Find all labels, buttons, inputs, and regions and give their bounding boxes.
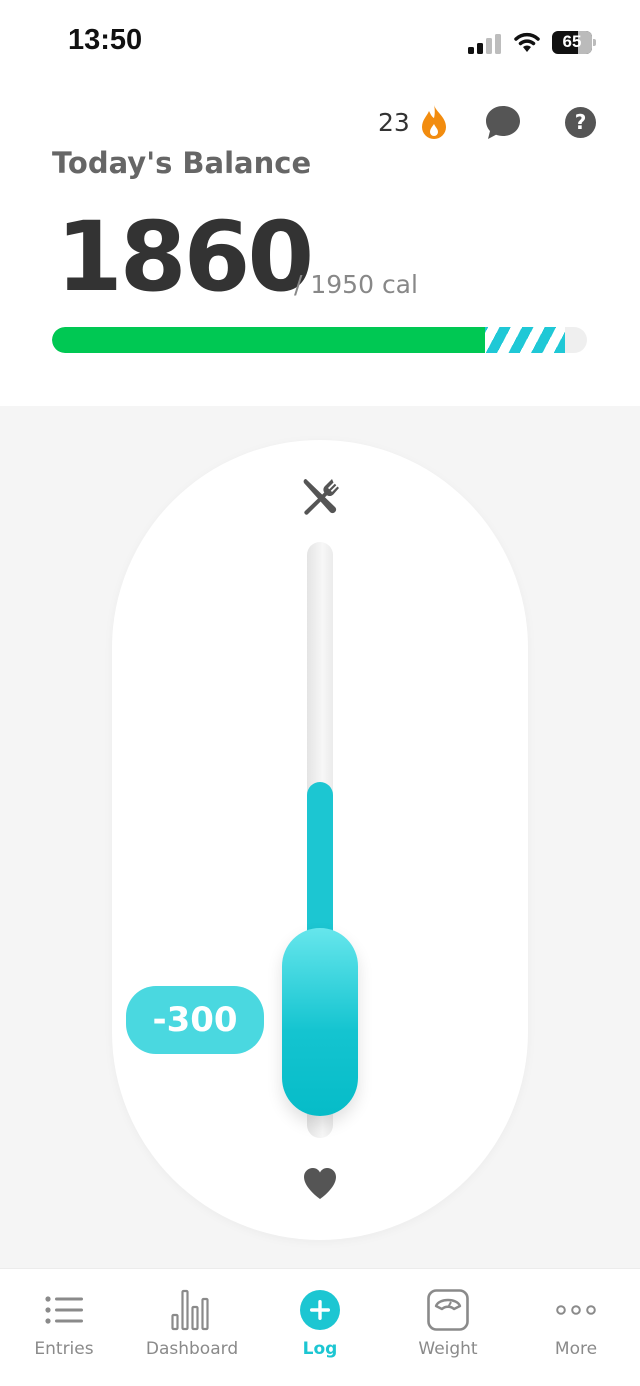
slider-value-bubble: -300	[126, 986, 264, 1054]
bar-chart-icon	[171, 1289, 209, 1331]
battery-icon: 65	[552, 31, 596, 54]
streak-count[interactable]: 23	[378, 108, 410, 137]
signal-icon	[468, 34, 501, 54]
list-icon	[45, 1296, 83, 1324]
chat-icon[interactable]	[484, 104, 522, 142]
balance-value: 1860	[56, 201, 314, 313]
flame-icon[interactable]	[420, 104, 448, 140]
balance-label: Today's Balance	[52, 146, 312, 180]
status-bar: 13:50 65	[0, 0, 640, 84]
battery-tip	[593, 39, 596, 46]
balance-header: 23 ? Today's Balance 1860 / 1950 cal	[0, 84, 640, 406]
progress-pending	[485, 327, 565, 353]
bottom-nav: Entries Dashboard Log Weight More	[0, 1268, 640, 1386]
nav-item-weight[interactable]: Weight	[384, 1269, 512, 1386]
calorie-progress-bar	[52, 327, 587, 353]
nav-label-entries: Entries	[34, 1339, 94, 1359]
nav-item-more[interactable]: More	[512, 1269, 640, 1386]
nav-item-dashboard[interactable]: Dashboard	[128, 1269, 256, 1386]
scale-icon	[427, 1289, 469, 1331]
battery-percent: 65	[562, 32, 582, 51]
balance-goal: / 1950 cal	[294, 270, 418, 299]
nav-label-more: More	[554, 1339, 598, 1359]
wifi-icon	[514, 32, 540, 52]
nav-label-dashboard: Dashboard	[145, 1339, 239, 1359]
nav-label-log: Log	[302, 1339, 338, 1359]
battery-body: 65	[552, 31, 592, 54]
nav-item-entries[interactable]: Entries	[0, 1269, 128, 1386]
slider-thumb[interactable]	[282, 928, 358, 1116]
more-dots-icon	[556, 1305, 596, 1315]
status-time: 13:50	[68, 24, 143, 56]
progress-consumed	[52, 327, 485, 353]
nav-item-log[interactable]: Log	[256, 1269, 384, 1386]
help-icon[interactable]: ?	[565, 107, 596, 138]
fork-knife-icon	[303, 479, 339, 515]
nav-label-weight: Weight	[418, 1339, 478, 1359]
plus-circle-icon	[300, 1290, 340, 1330]
heart-icon	[304, 1168, 336, 1199]
